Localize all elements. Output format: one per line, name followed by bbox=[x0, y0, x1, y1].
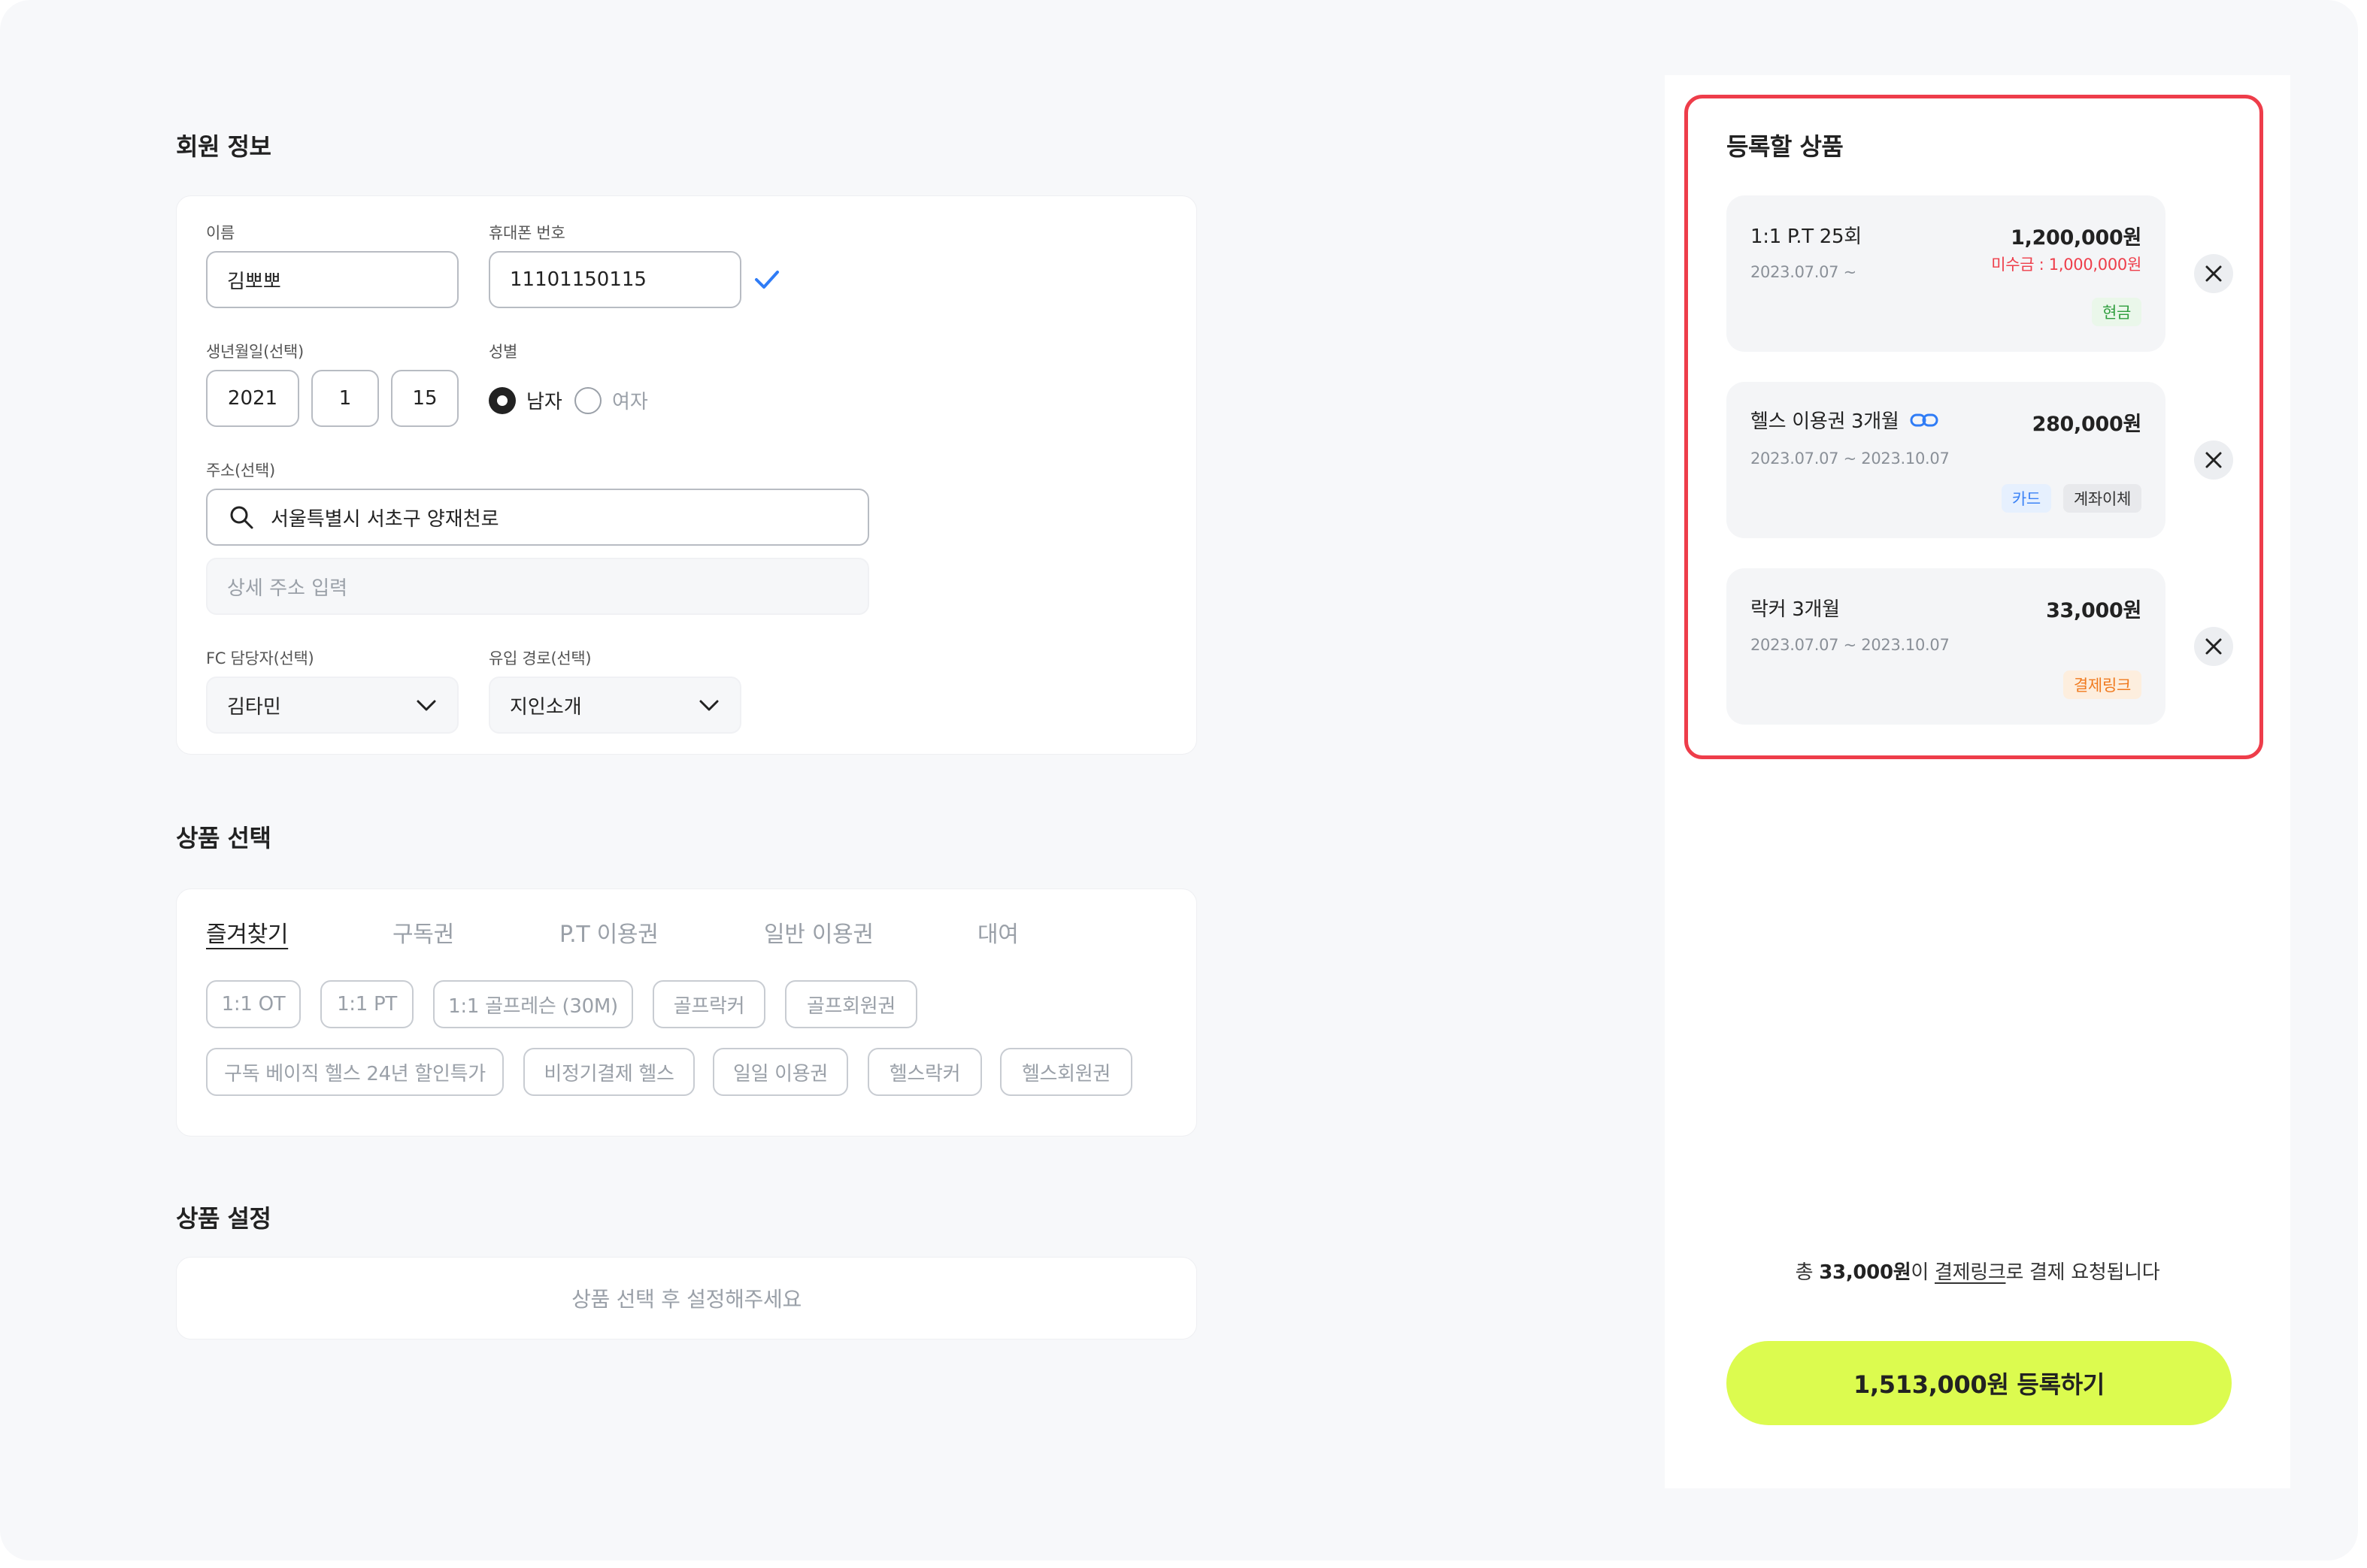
search-icon bbox=[229, 504, 254, 530]
product-chip[interactable]: 1:1 OT bbox=[206, 980, 301, 1028]
product-chip[interactable]: 골프회원권 bbox=[785, 980, 917, 1028]
birth-year-value: 2021 bbox=[227, 387, 278, 410]
remove-item-button[interactable] bbox=[2194, 627, 2233, 666]
item-badges: 카드 계좌이체 bbox=[2001, 484, 2141, 513]
birth-month-value: 1 bbox=[338, 387, 352, 410]
summary-suffix: 로 결제 요청됩니다 bbox=[2005, 1261, 2160, 1284]
register-item: 1:1 P.T 25회 1,200,000원 2023.07.07 ~ 미수금 … bbox=[1726, 195, 2165, 352]
close-icon bbox=[2205, 452, 2222, 468]
name-value: 김뽀뽀 bbox=[227, 270, 281, 293]
radio-checked-icon bbox=[489, 386, 516, 414]
fc-select[interactable]: 김타민 bbox=[206, 677, 459, 734]
birth-year-input[interactable]: 2021 bbox=[206, 370, 299, 427]
payment-badge-cash: 현금 bbox=[2091, 298, 2141, 326]
payment-badge-card: 카드 bbox=[2001, 484, 2051, 513]
product-setting-card: 상품 선택 후 설정해주세요 bbox=[176, 1257, 1197, 1339]
tab-favorites[interactable]: 즐겨찾기 bbox=[206, 916, 289, 949]
tab-subscription[interactable]: 구독권 bbox=[392, 916, 454, 949]
item-date: 2023.07.07 ~ bbox=[1750, 263, 1856, 281]
chevron-down-icon bbox=[698, 698, 720, 713]
register-item: 락커 3개월 33,000원 2023.07.07 ~ 2023.10.07 결… bbox=[1726, 568, 2165, 725]
summary-method: 결제링크 bbox=[1934, 1261, 2006, 1284]
tab-general-pass[interactable]: 일반 이용권 bbox=[764, 916, 874, 949]
register-title: 등록할 상품 bbox=[1726, 132, 1844, 161]
address-label: 주소(선택) bbox=[206, 462, 275, 480]
remove-item-button[interactable] bbox=[2194, 440, 2233, 480]
address-detail-input[interactable]: 상세 주소 입력 bbox=[206, 558, 869, 615]
product-select-title: 상품 선택 bbox=[176, 824, 271, 852]
product-chip[interactable]: 헬스회원권 bbox=[1000, 1048, 1132, 1096]
register-item: 헬스 이용권 3개월 280,000원 2023.07.07 ~ 2023.10… bbox=[1726, 382, 2165, 538]
product-setting-empty-text: 상품 선택 후 설정해주세요 bbox=[571, 1287, 802, 1312]
product-chip[interactable]: 1:1 골프레슨 (30M) bbox=[433, 980, 633, 1028]
gender-label: 성별 bbox=[489, 343, 518, 361]
birth-label: 생년월일(선택) bbox=[206, 343, 304, 361]
tab-rental[interactable]: 대여 bbox=[977, 916, 1019, 949]
chevron-down-icon bbox=[415, 698, 438, 713]
link-icon bbox=[1910, 412, 1938, 428]
gender-male-option[interactable]: 남자 bbox=[489, 386, 562, 414]
product-chip[interactable]: 구독 베이직 헬스 24년 할인특가 bbox=[206, 1048, 504, 1096]
product-chip[interactable]: 일일 이용권 bbox=[713, 1048, 848, 1096]
address-input[interactable]: 서울특별시 서초구 양재천로 bbox=[206, 489, 869, 546]
source-label: 유입 경로(선택) bbox=[489, 649, 592, 667]
payment-summary: 총 33,000원이 결제링크로 결제 요청됩니다 bbox=[1726, 1257, 2229, 1285]
phone-label: 휴대폰 번호 bbox=[489, 224, 565, 242]
source-select[interactable]: 지인소개 bbox=[489, 677, 741, 734]
address-detail-placeholder: 상세 주소 입력 bbox=[227, 577, 348, 600]
close-icon bbox=[2205, 638, 2222, 655]
fc-value: 김타민 bbox=[227, 695, 281, 719]
birth-month-input[interactable]: 1 bbox=[311, 370, 379, 427]
gender-female-option[interactable]: 여자 bbox=[574, 386, 648, 414]
payment-badge-transfer: 계좌이체 bbox=[2062, 484, 2141, 513]
item-name-row: 헬스 이용권 3개월 bbox=[1750, 406, 1938, 434]
radio-unchecked-icon bbox=[574, 386, 602, 414]
birth-day-value: 15 bbox=[412, 387, 438, 410]
phone-value: 11101150115 bbox=[510, 268, 647, 291]
product-setting-title: 상품 설정 bbox=[176, 1204, 271, 1233]
address-value: 서울특별시 서초구 양재천로 bbox=[271, 507, 499, 531]
item-price: 280,000원 bbox=[2032, 413, 2142, 436]
item-name: 1:1 P.T 25회 bbox=[1750, 226, 1862, 248]
phone-input[interactable]: 11101150115 bbox=[489, 251, 741, 308]
item-date: 2023.07.07 ~ 2023.10.07 bbox=[1750, 450, 1950, 468]
close-icon bbox=[2205, 265, 2222, 282]
product-chip[interactable]: 골프락커 bbox=[653, 980, 765, 1028]
summary-prefix: 총 bbox=[1795, 1261, 1820, 1284]
fc-label: FC 담당자(선택) bbox=[206, 649, 314, 667]
name-label: 이름 bbox=[206, 224, 235, 242]
summary-mid: 이 bbox=[1911, 1261, 1935, 1284]
item-date: 2023.07.07 ~ 2023.10.07 bbox=[1750, 636, 1950, 654]
member-info-title: 회원 정보 bbox=[176, 132, 271, 161]
gender-male-label: 남자 bbox=[526, 391, 562, 413]
birth-day-input[interactable]: 15 bbox=[391, 370, 459, 427]
item-name: 락커 3개월 bbox=[1750, 598, 1840, 621]
summary-amount: 33,000원 bbox=[1819, 1261, 1911, 1284]
name-input[interactable]: 김뽀뽀 bbox=[206, 251, 459, 308]
register-submit-button[interactable]: 1,513,000원 등록하기 bbox=[1726, 1341, 2232, 1425]
item-unpaid: 미수금 : 1,000,000원 bbox=[1991, 256, 2141, 274]
item-price: 1,200,000원 bbox=[2011, 226, 2141, 250]
item-name: 헬스 이용권 3개월 bbox=[1750, 410, 1899, 433]
tab-pt-pass[interactable]: P.T 이용권 bbox=[559, 916, 659, 949]
check-icon bbox=[752, 266, 782, 293]
gender-female-label: 여자 bbox=[612, 391, 648, 413]
product-chip[interactable]: 1:1 PT bbox=[320, 980, 414, 1028]
payment-badge-link: 결제링크 bbox=[2062, 670, 2141, 699]
product-chip[interactable]: 헬스락커 bbox=[868, 1048, 982, 1096]
product-chip[interactable]: 비정기결제 헬스 bbox=[523, 1048, 695, 1096]
remove-item-button[interactable] bbox=[2194, 254, 2233, 293]
source-value: 지인소개 bbox=[510, 695, 582, 719]
item-price: 33,000원 bbox=[2046, 599, 2141, 622]
